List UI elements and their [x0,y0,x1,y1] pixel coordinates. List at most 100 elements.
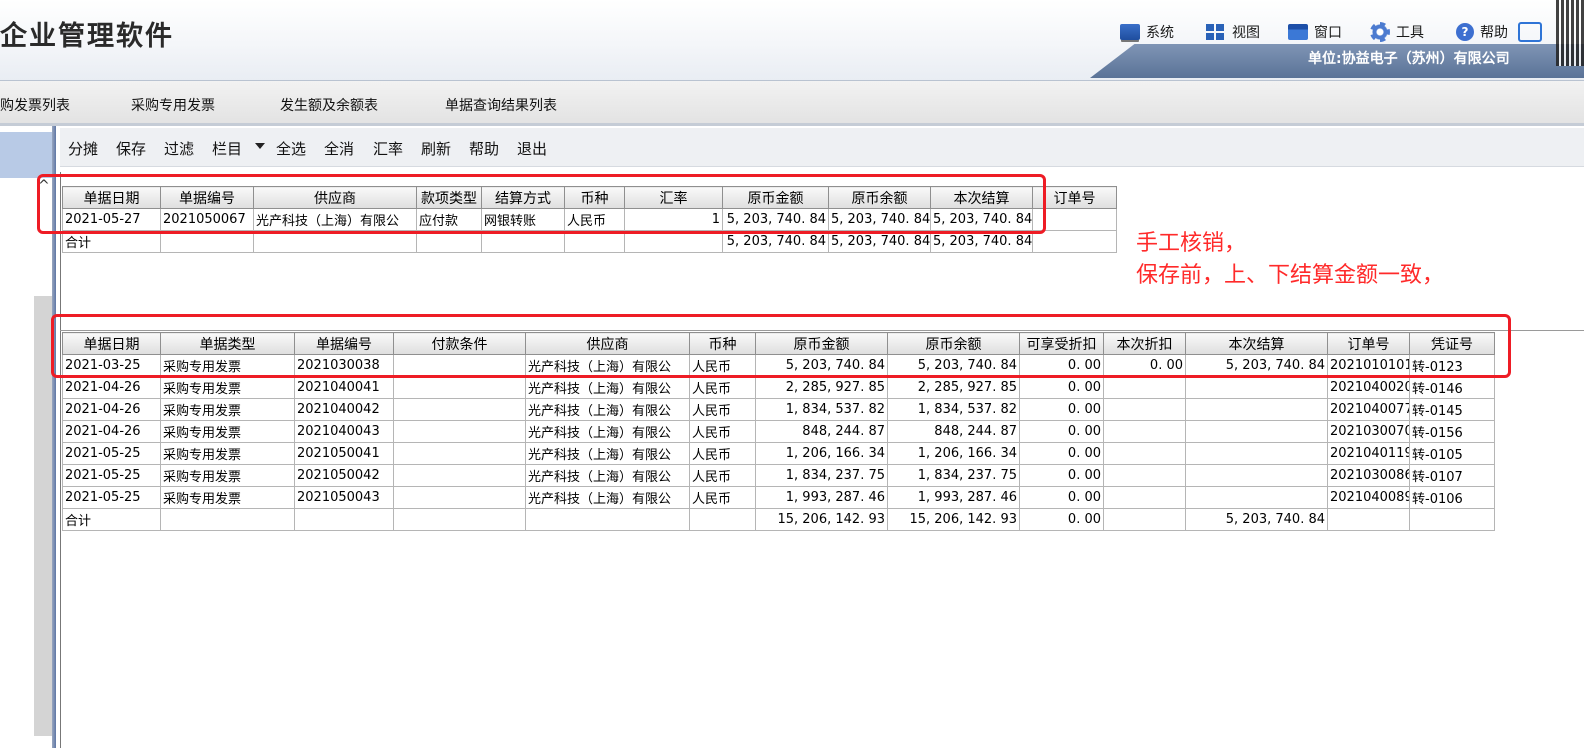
table-cell[interactable] [1185,398,1328,421]
table-cell[interactable] [253,230,417,253]
menu-help[interactable]: ? 帮助 [1456,22,1508,42]
table-cell[interactable] [160,230,254,253]
help-button[interactable]: 帮助 [469,138,499,159]
table-cell[interactable]: 光产科技（上海）有限公 [525,354,690,377]
column-header[interactable]: 单据日期 [62,186,161,209]
table-cell[interactable]: 2021050043 [294,486,394,509]
table-cell[interactable]: 2021040089 [1327,486,1410,509]
table-cell[interactable] [1185,420,1328,443]
table-cell[interactable]: 2021050042 [294,464,394,487]
table-cell[interactable] [1103,464,1186,487]
table-cell[interactable] [393,354,526,377]
table-row[interactable]: 2021-04-26 采购专用发票 2021040041 光产科技（上海）有限公 人民币… [62,376,1495,399]
table-cell[interactable] [1327,508,1410,531]
table-cell[interactable] [1032,230,1117,253]
table-cell[interactable]: 人民币 [689,442,756,465]
table-cell[interactable]: 采购专用发票 [160,486,295,509]
table-cell[interactable]: 应付款 [416,208,482,231]
menu-window[interactable]: 窗口 [1288,22,1342,42]
table-cell[interactable] [1032,208,1117,231]
filter-button[interactable]: 过滤 [164,138,194,159]
table-cell[interactable]: 1, 993, 287. 46 [887,486,1020,509]
column-header[interactable]: 款项类型 [416,186,482,209]
column-header[interactable]: 原币余额 [828,186,931,209]
table-cell[interactable]: 2021040043 [294,420,394,443]
refresh-button[interactable]: 刷新 [421,138,451,159]
table-cell[interactable]: 转-0105 [1409,442,1495,465]
column-header[interactable]: 本次结算 [1185,332,1328,355]
table-cell[interactable]: 5, 203, 740. 84 [755,354,888,377]
table-cell[interactable] [1103,508,1186,531]
table-cell[interactable]: 0. 00 [1019,464,1104,487]
table-cell[interactable]: 2021-04-26 [62,398,161,421]
table-cell[interactable]: 2021-05-27 [62,208,161,231]
payment-grid[interactable]: 单据日期 单据编号 供应商 款项类型 结算方式 币种 汇率 原币金额 原币余额 本次结算 订单号 2… [62,186,1117,253]
table-cell[interactable]: 人民币 [689,354,756,377]
table-cell[interactable]: 人民币 [689,398,756,421]
table-cell[interactable] [1103,376,1186,399]
table-cell[interactable]: 0. 00 [1019,398,1104,421]
table-cell[interactable]: 1, 834, 537. 82 [755,398,888,421]
table-cell[interactable] [1185,464,1328,487]
table-cell[interactable]: 5, 203, 740. 84 [930,208,1033,231]
table-cell[interactable]: 2021050067 [160,208,254,231]
table-cell[interactable] [1103,420,1186,443]
table-cell[interactable]: 2021040042 [294,398,394,421]
table-cell[interactable]: 5, 203, 740. 84 [828,230,931,253]
table-row[interactable]: 2021-03-25 采购专用发票 2021030038 光产科技（上海）有限公 人民币… [62,354,1495,377]
table-cell[interactable]: 2021040077 [1327,398,1410,421]
invoice-grid[interactable]: 单据日期 单据类型 单据编号 付款条件 供应商 币种 原币金额 原币余额 可享受折扣 本次折扣 本次… [62,332,1495,531]
table-cell[interactable]: 2021030038 [294,354,394,377]
table-cell[interactable] [525,508,690,531]
table-cell[interactable]: 转-0107 [1409,464,1495,487]
exit-button[interactable]: 退出 [517,138,547,159]
table-cell[interactable]: 848, 244. 87 [755,420,888,443]
save-button[interactable]: 保存 [116,138,146,159]
column-header[interactable]: 供应商 [525,332,690,355]
allocate-button[interactable]: 分摊 [68,138,98,159]
table-cell[interactable]: 光产科技（上海）有限公 [525,442,690,465]
panel-splitter[interactable] [52,126,56,748]
column-header[interactable]: 供应商 [253,186,417,209]
table-cell[interactable]: 转-0156 [1409,420,1495,443]
table-cell[interactable]: 转-0145 [1409,398,1495,421]
table-row[interactable]: 2021-05-25 采购专用发票 2021050041 光产科技（上海）有限公 人民币… [62,442,1495,465]
table-cell[interactable]: 848, 244. 87 [887,420,1020,443]
table-cell[interactable] [160,508,295,531]
table-cell[interactable] [393,464,526,487]
select-all-button[interactable]: 全选 [276,138,306,159]
table-cell[interactable]: 2021-04-26 [62,376,161,399]
table-cell[interactable]: 光产科技（上海）有限公 [253,208,417,231]
table-cell[interactable] [393,486,526,509]
table-cell[interactable]: 5, 203, 740. 84 [722,208,829,231]
table-cell[interactable]: 光产科技（上海）有限公 [525,464,690,487]
left-scrollbar[interactable] [34,296,52,736]
total-row[interactable]: 合计 5, 203, 740. 84 5, 203, 740. 84 5, 203, … [62,230,1117,253]
left-panel-selection[interactable] [0,132,54,178]
table-cell[interactable] [624,230,723,253]
table-row[interactable]: 2021-05-25 采购专用发票 2021050042 光产科技（上海）有限公 人民币… [62,464,1495,487]
table-cell[interactable]: 网银转账 [481,208,565,231]
table-cell[interactable] [1185,486,1328,509]
table-row[interactable]: 2021-04-26 采购专用发票 2021040042 光产科技（上海）有限公 人民币… [62,398,1495,421]
table-cell[interactable] [393,376,526,399]
table-cell[interactable]: 采购专用发票 [160,420,295,443]
table-cell[interactable]: 2021-04-26 [62,420,161,443]
table-cell[interactable]: 5, 203, 740. 84 [828,208,931,231]
table-cell[interactable]: 1, 206, 166. 34 [887,442,1020,465]
table-cell[interactable] [294,508,394,531]
table-cell[interactable]: 2021040041 [294,376,394,399]
menu-view[interactable]: 视图 [1206,22,1260,42]
table-cell[interactable] [1185,442,1328,465]
table-cell[interactable]: 1, 834, 237. 75 [755,464,888,487]
table-cell[interactable] [393,442,526,465]
table-cell[interactable]: 采购专用发票 [160,442,295,465]
column-header[interactable]: 凭证号 [1409,332,1495,355]
column-header[interactable]: 原币余额 [887,332,1020,355]
table-cell[interactable]: 2021030086 [1327,464,1410,487]
table-cell[interactable]: 1, 834, 537. 82 [887,398,1020,421]
table-cell[interactable] [1103,398,1186,421]
column-header[interactable]: 汇率 [624,186,723,209]
table-cell[interactable]: 5, 203, 740. 84 [1185,354,1328,377]
table-cell[interactable]: 2021-05-25 [62,442,161,465]
